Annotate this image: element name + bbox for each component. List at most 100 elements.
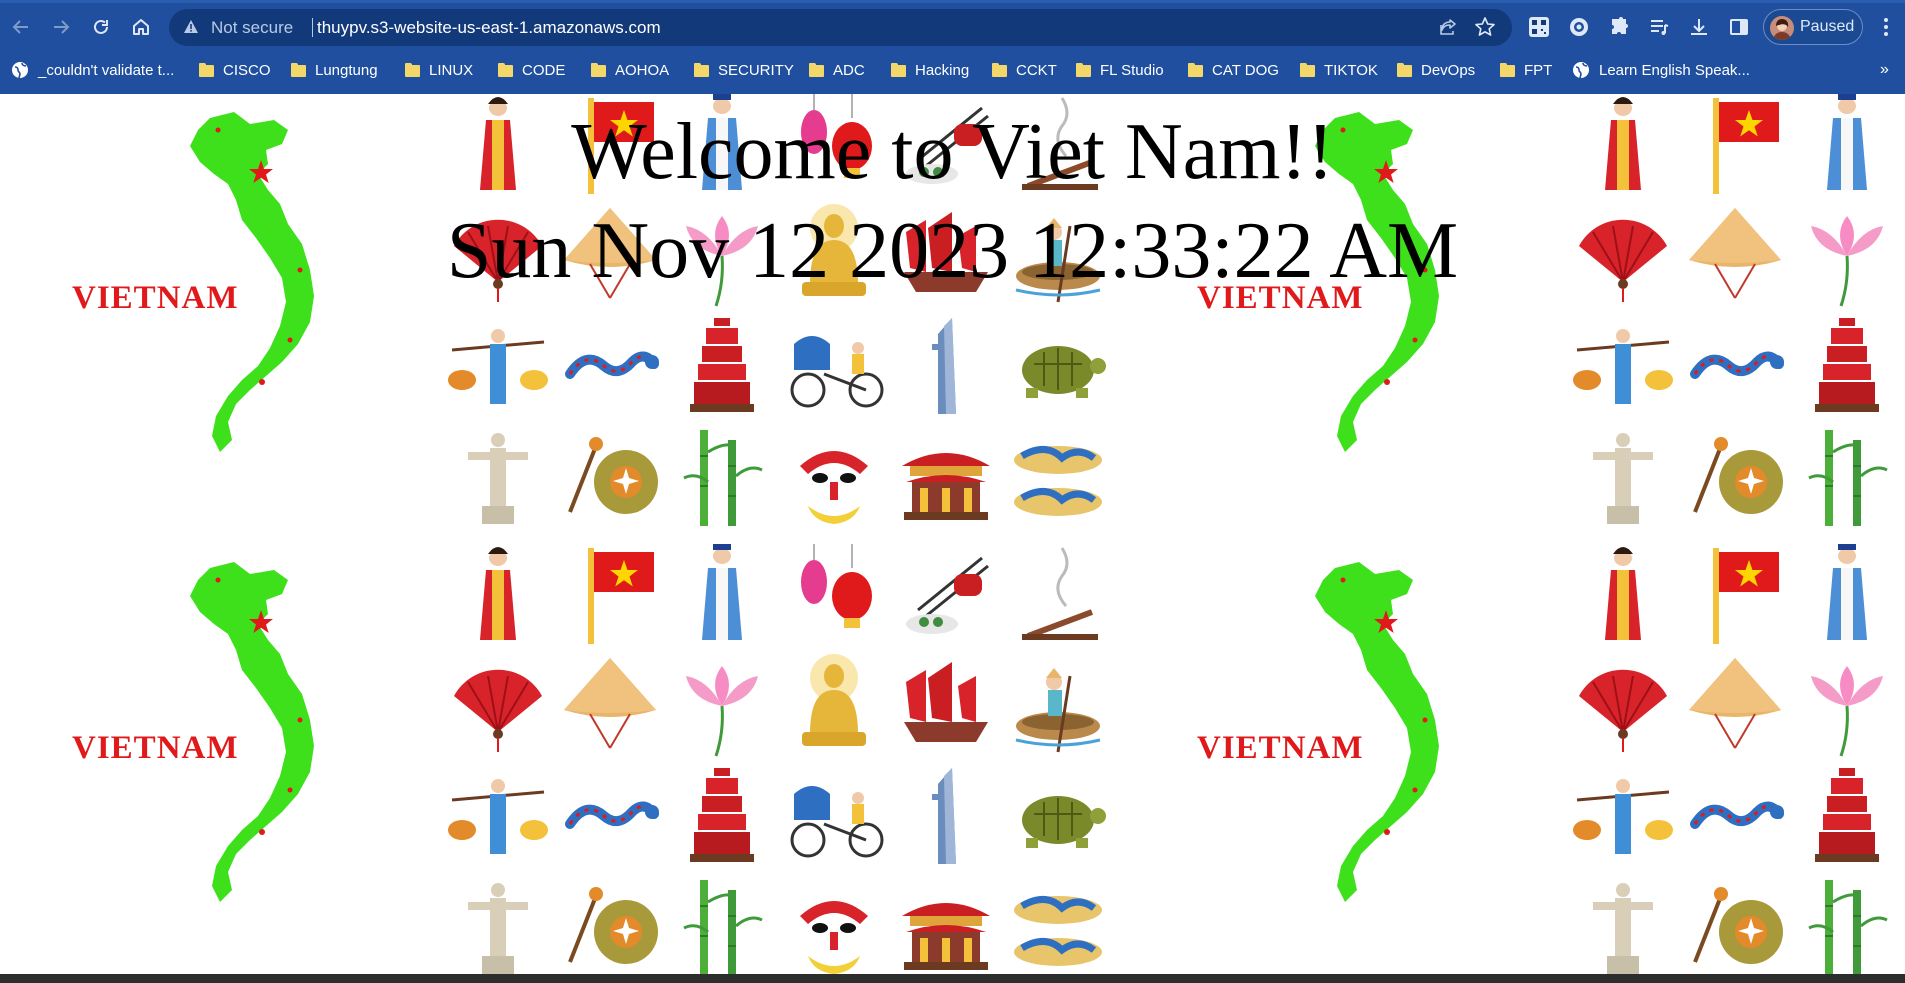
bookmark-folder[interactable]: AOHOA (591, 57, 669, 83)
bookmark-label: FPT (1524, 61, 1553, 79)
bookmark-label: CCKT (1016, 61, 1057, 79)
profile-status: Paused (1800, 18, 1855, 35)
lotus-flower-icon (1797, 652, 1897, 762)
bamboo-icon (672, 876, 772, 974)
street-vendor-icon (448, 764, 548, 874)
bookmark-folder[interactable]: FPT (1500, 57, 1552, 83)
bookmark-folder[interactable]: CODE (498, 57, 565, 83)
warning-icon[interactable] (183, 19, 199, 34)
bamboo-icon (1797, 876, 1897, 974)
chopsticks-roll-icon (896, 94, 996, 200)
reading-list-button[interactable] (1643, 11, 1675, 43)
bookmark-folder[interactable]: CAT DOG (1188, 57, 1279, 83)
bitexco-tower-icon (896, 314, 996, 424)
share-icon[interactable] (1438, 17, 1458, 37)
security-status[interactable]: Not secure (211, 18, 293, 38)
buddha-statue-icon (784, 202, 884, 312)
lotus-flower-icon (1797, 202, 1897, 312)
qr-code-extension[interactable] (1523, 11, 1555, 43)
wallpaper-tile: VIETNAM (1125, 544, 1905, 974)
folder-icon (1188, 63, 1203, 77)
address-bar[interactable]: Not secure thuypv.s3-website-us-east-1.a… (169, 9, 1512, 46)
conical-hat-icon (1685, 202, 1785, 312)
page-viewport: VIETNAM VIETNAM VIETNAM VIETNAM (0, 94, 1905, 974)
bookmark-star-icon[interactable] (1474, 16, 1496, 38)
bookmark-folder[interactable]: CCKT (992, 57, 1057, 83)
url-text[interactable]: thuypv.s3-website-us-east-1.amazonaws.co… (317, 18, 661, 38)
buddha-statue-icon (784, 652, 884, 762)
turtle-icon (1008, 314, 1108, 424)
vietnam-flag-icon (560, 540, 660, 650)
sandals-icon (1008, 426, 1108, 536)
globe-icon (1573, 62, 1589, 79)
download-icon (1691, 19, 1707, 35)
forward-button[interactable] (45, 11, 77, 43)
dragon-icon (560, 314, 660, 424)
bookmark-folder[interactable]: ADC (809, 57, 865, 83)
pagoda-icon (1797, 314, 1897, 424)
bookmark-item[interactable]: _couldn't validate t... (11, 57, 174, 83)
folder-icon (291, 63, 306, 77)
bookmark-folder[interactable]: LINUX (405, 57, 473, 83)
statue-icon (1573, 426, 1673, 536)
record-extension[interactable] (1563, 11, 1595, 43)
tab-strip-edge (0, 0, 1905, 3)
junk-boat-icon (896, 652, 996, 762)
back-button[interactable] (5, 11, 37, 43)
bookmark-label: CAT DOG (1212, 61, 1279, 79)
bookmark-item[interactable]: Learn English Speak... (1572, 57, 1750, 83)
statue-icon (448, 876, 548, 974)
side-panel-button[interactable] (1723, 11, 1755, 43)
avatar (1770, 16, 1794, 40)
extensions-button[interactable] (1603, 11, 1635, 43)
browser-menu-button[interactable] (1874, 11, 1898, 43)
vietnam-flag-icon (1685, 540, 1785, 650)
reload-button[interactable] (85, 11, 117, 43)
vietnam-label: VIETNAM (72, 730, 239, 766)
bookmark-folder[interactable]: Hacking (891, 57, 969, 83)
arrow-right-icon (54, 20, 70, 34)
pagoda-icon (672, 314, 772, 424)
basket-boat-icon (1008, 202, 1108, 312)
lanterns-icon (784, 94, 884, 200)
tuong-mask-icon (784, 426, 884, 536)
side-panel-icon (1730, 19, 1748, 35)
bookmark-folder[interactable]: Lungtung (291, 57, 378, 83)
wallpaper-tile: VIETNAM (0, 94, 1125, 544)
dragon-icon (1685, 764, 1785, 874)
arrow-left-icon (12, 20, 28, 34)
bookmark-label: LINUX (429, 61, 474, 79)
downloads-button[interactable] (1683, 11, 1715, 43)
bookmark-folder[interactable]: DevOps (1397, 57, 1475, 83)
ao-dai-man-icon (1797, 540, 1897, 650)
bookmarks-overflow-button[interactable]: » (1880, 57, 1889, 83)
bookmark-label: CISCO (223, 61, 271, 79)
ao-dai-man-icon (672, 540, 772, 650)
profile-button[interactable]: Paused (1763, 9, 1863, 45)
folder-icon (694, 63, 709, 77)
avatar-icon (1773, 19, 1791, 40)
wallpaper-tile: VIETNAM (1125, 94, 1905, 544)
address-separator (312, 18, 313, 37)
bookmark-label: CODE (522, 61, 566, 79)
gong-icon (560, 426, 660, 536)
ao-dai-man-icon (1797, 94, 1897, 200)
pagoda-icon (1797, 764, 1897, 874)
bookmark-folder[interactable]: SECURITY (694, 57, 794, 83)
vietnam-label: VIETNAM (1197, 730, 1364, 766)
chopsticks-roll-icon (896, 540, 996, 650)
bookmark-folder[interactable]: CISCO (199, 57, 271, 83)
folder-icon (405, 63, 420, 77)
bookmark-label: Learn English Speak... (1599, 61, 1750, 79)
hand-fan-icon (448, 652, 548, 762)
street-vendor-icon (448, 314, 548, 424)
bookmark-folder[interactable]: FL Studio (1076, 57, 1164, 83)
bookmark-folder[interactable]: TIKTOK (1300, 57, 1378, 83)
dragon-icon (1685, 314, 1785, 424)
cyclo-icon (784, 764, 884, 874)
street-vendor-icon (1573, 314, 1673, 424)
sandals-icon (1008, 876, 1108, 974)
lanterns-icon (784, 540, 884, 650)
home-button[interactable] (125, 11, 157, 43)
street-vendor-icon (1573, 764, 1673, 874)
